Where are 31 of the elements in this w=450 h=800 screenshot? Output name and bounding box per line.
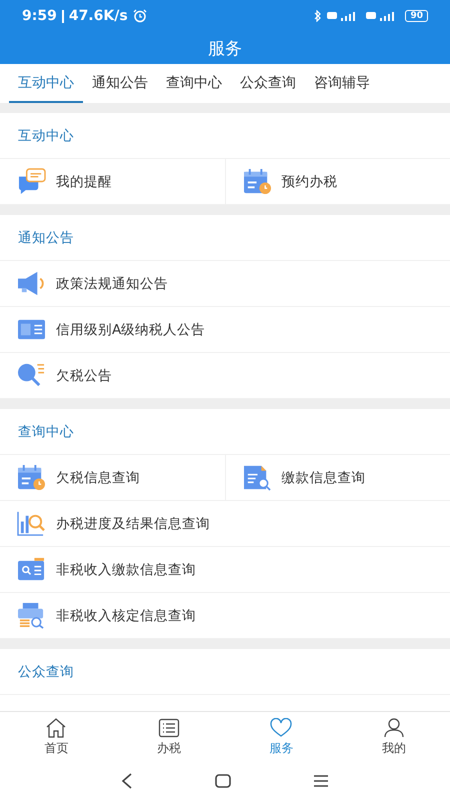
page-title: 服务: [207, 38, 243, 60]
heart-icon: [270, 718, 292, 738]
network-speed: 47.6K/s: [68, 8, 128, 24]
printer-search-icon: [17, 602, 46, 629]
category-tab[interactable]: 查询中心: [157, 64, 231, 103]
bottom-nav-tab[interactable]: 办税: [112, 712, 225, 762]
alarm-icon: [132, 9, 147, 23]
home-button-icon[interactable]: [215, 774, 231, 788]
megaphone-icon: [17, 270, 46, 297]
bar-chart-search-icon: [17, 510, 46, 537]
card-search-icon: [17, 556, 46, 583]
bottom-nav-tab[interactable]: 服务: [225, 712, 338, 762]
calendar-icon: [17, 464, 46, 491]
calendar-icon: [242, 168, 272, 195]
category-tab[interactable]: 咨询辅导: [305, 64, 379, 103]
menu-icon[interactable]: [313, 774, 329, 788]
bluetooth-icon: [314, 10, 322, 22]
person-icon: [382, 718, 405, 738]
back-icon[interactable]: [121, 773, 133, 789]
bottom-nav-tab[interactable]: 首页: [0, 712, 112, 762]
home-icon: [45, 718, 68, 738]
status-time: 9:59: [22, 8, 57, 24]
list-icon: [158, 718, 180, 738]
magnifier-list-icon: [17, 362, 46, 389]
bottom-nav-tab[interactable]: 我的: [338, 712, 450, 762]
battery-level: 90: [405, 10, 428, 22]
chat-bubble-icon: [17, 168, 46, 195]
section-title: 公众查询: [0, 649, 450, 695]
category-tab[interactable]: 通知公告: [83, 64, 157, 103]
category-tab[interactable]: 公众查询: [231, 64, 305, 103]
document-search-icon: [242, 464, 272, 491]
